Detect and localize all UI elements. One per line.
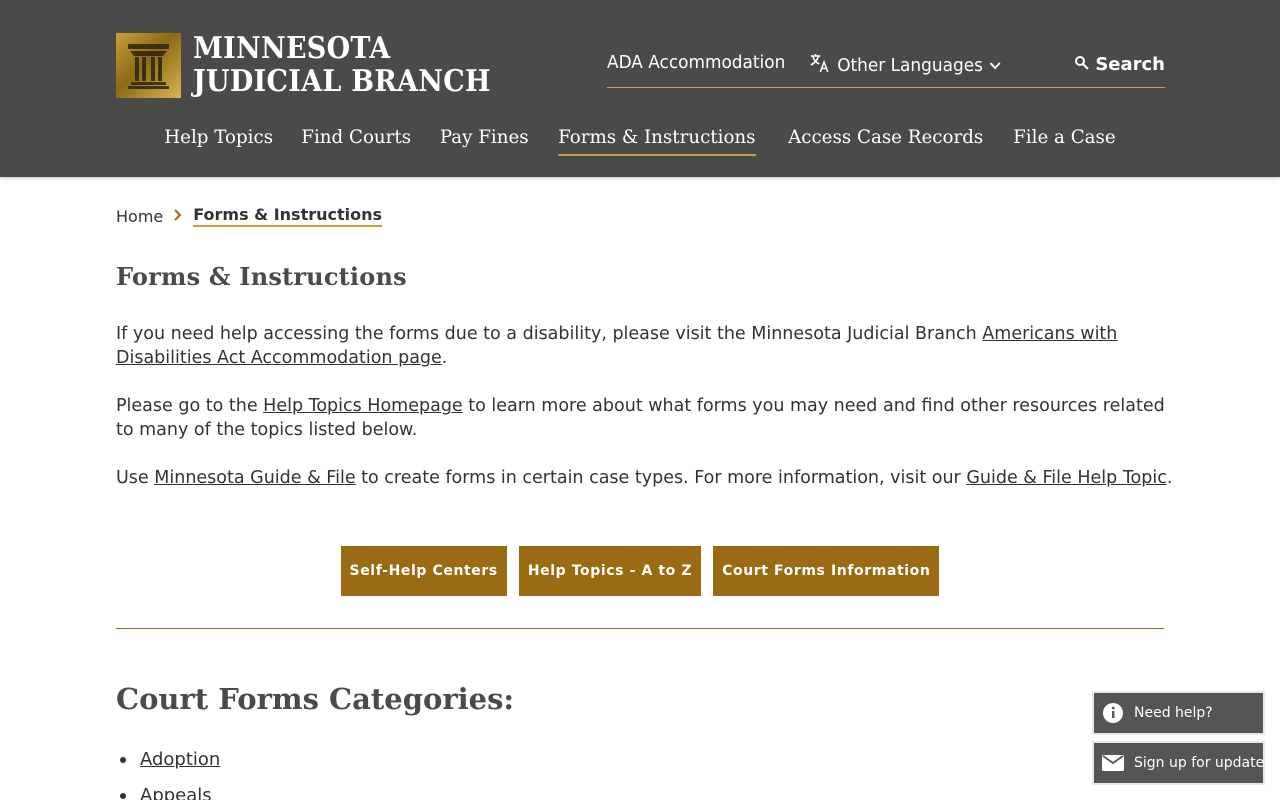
guide-file-help-topic-link[interactable]: Guide & File Help Topic <box>966 468 1166 488</box>
court-forms-categories-list: Adoption Appeals <box>116 742 220 800</box>
guide-file-paragraph-middle: to create forms in certain case types. F… <box>355 468 967 488</box>
nav-pay-fines[interactable]: Pay Fines <box>440 126 529 156</box>
breadcrumb-current: Forms & Instructions <box>193 205 383 227</box>
category-adoption-link[interactable]: Adoption <box>140 749 220 770</box>
logo-line-1: MINNESOTA <box>193 31 391 66</box>
ada-paragraph-end: . <box>441 348 448 368</box>
other-languages-dropdown[interactable]: Other Languages <box>809 52 1002 79</box>
help-topics-a-to-z-button[interactable]: Help Topics - A to Z <box>518 546 702 596</box>
logo-line-2: JUDICIAL BRANCH <box>193 64 491 99</box>
need-help-label: Need help? <box>1134 705 1213 721</box>
search-label: Search <box>1095 54 1165 75</box>
quick-links-buttons: Self-Help Centers Help Topics - A to Z C… <box>0 546 1280 596</box>
courthouse-pillar-icon <box>116 32 181 98</box>
chevron-right-icon <box>173 207 183 226</box>
category-appeals-link[interactable]: Appeals <box>140 785 212 800</box>
sign-up-for-updates-button[interactable]: Sign up for updates <box>1094 743 1272 783</box>
translate-icon <box>809 52 832 79</box>
page-title: Forms & Instructions <box>116 262 407 291</box>
utility-nav: ADA Accommodation Other Languages Search <box>607 50 1165 88</box>
ada-paragraph-text: If you need help accessing the forms due… <box>116 324 983 344</box>
list-item: Adoption <box>116 742 220 778</box>
sign-up-label: Sign up for updates <box>1134 755 1272 771</box>
mail-icon <box>1102 755 1124 771</box>
guide-file-paragraph-end: . <box>1166 468 1173 488</box>
court-forms-categories-heading: Court Forms Categories: <box>116 682 515 716</box>
breadcrumb-home-link[interactable]: Home <box>116 207 163 226</box>
guide-file-paragraph: Use Minnesota Guide & File to create for… <box>116 466 1176 490</box>
minnesota-guide-file-link[interactable]: Minnesota Guide & File <box>154 468 355 488</box>
section-divider <box>116 628 1164 629</box>
ada-paragraph: If you need help accessing the forms due… <box>116 322 1176 370</box>
site-logo-text: MINNESOTA JUDICIAL BRANCH <box>193 32 524 98</box>
nav-file-a-case[interactable]: File a Case <box>1013 126 1116 156</box>
nav-find-courts[interactable]: Find Courts <box>302 126 412 156</box>
search-button[interactable]: Search <box>1074 54 1165 75</box>
nav-access-case-records[interactable]: Access Case Records <box>788 126 983 156</box>
other-languages-label: Other Languages <box>837 55 983 76</box>
chevron-down-icon <box>989 55 1002 76</box>
site-logo-link[interactable]: MINNESOTA JUDICIAL BRANCH <box>116 32 524 98</box>
help-topics-paragraph-text: Please go to the <box>116 396 264 416</box>
court-forms-information-button[interactable]: Court Forms Information <box>713 546 940 596</box>
help-topics-paragraph: Please go to the Help Topics Homepage to… <box>116 394 1176 442</box>
ada-accommodation-link[interactable]: ADA Accommodation <box>607 52 785 73</box>
self-help-centers-button[interactable]: Self-Help Centers <box>340 546 507 596</box>
need-help-button[interactable]: Need help? <box>1094 693 1263 733</box>
list-item: Appeals <box>116 778 220 800</box>
nav-forms-instructions[interactable]: Forms & Instructions <box>558 126 756 156</box>
nav-help-topics[interactable]: Help Topics <box>164 126 273 156</box>
breadcrumb: Home Forms & Instructions <box>116 205 383 227</box>
help-topics-homepage-link[interactable]: Help Topics Homepage <box>263 396 463 416</box>
info-icon <box>1102 702 1124 724</box>
main-navigation: Help Topics Find Courts Pay Fines Forms … <box>0 126 1280 156</box>
guide-file-paragraph-text: Use <box>116 468 155 488</box>
site-header: MINNESOTA JUDICIAL BRANCH ADA Accommodat… <box>0 0 1280 177</box>
search-icon <box>1074 54 1095 75</box>
